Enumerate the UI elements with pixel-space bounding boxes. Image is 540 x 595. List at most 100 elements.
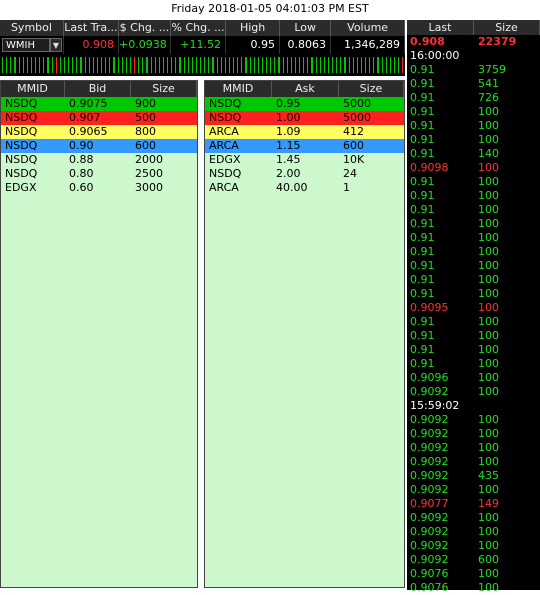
ts-price-cell: 0.9092 (410, 455, 449, 468)
ts-size-cell: 3759 (478, 63, 506, 76)
ts-size-cell: 100 (478, 567, 499, 580)
ask-row[interactable]: ARCA 1.15 600 (205, 139, 404, 153)
bid-price-cell: 0.90 (69, 139, 94, 152)
bid-size-cell: 3000 (135, 181, 163, 194)
ts-trade-row: 0.9076 100 (407, 581, 540, 595)
time-sales-rows[interactable]: 0.908 22379 16:00:00 0.91 3759 0.91 541 0.91 726… (407, 35, 540, 595)
tick-block (124, 56, 128, 74)
high-value: 0.95 (226, 36, 280, 54)
bid-col-size[interactable]: Size (131, 81, 197, 97)
ts-col-size[interactable]: Size (474, 20, 540, 35)
tick-block (17, 56, 21, 74)
tick-block (203, 56, 207, 74)
tick-block (289, 56, 293, 74)
volume-value: 1,346,289 (331, 36, 405, 54)
tick-block (322, 56, 326, 74)
tick-block (141, 56, 145, 74)
ts-price-cell: 0.91 (410, 189, 435, 202)
col-volume[interactable]: Volume (331, 20, 405, 36)
bid-row[interactable]: NSDQ 0.88 2000 (1, 153, 197, 167)
ask-row[interactable]: EDGX 1.45 10K (205, 153, 404, 167)
ts-size-cell: 100 (478, 357, 499, 370)
symbol-input[interactable]: WMIH (2, 38, 50, 52)
tick-block (219, 56, 223, 74)
tick-block (306, 56, 310, 74)
ask-rows: NSDQ 0.95 5000 NSDQ 1.00 5000 ARCA 1.09 412 ARCA 1… (205, 97, 404, 195)
ask-row[interactable]: NSDQ 2.00 24 (205, 167, 404, 181)
bid-row[interactable]: EDGX 0.60 3000 (1, 181, 197, 195)
tick-block (91, 56, 95, 74)
bid-price-cell: 0.60 (69, 181, 94, 194)
bid-row[interactable]: NSDQ 0.9065 800 (1, 125, 197, 139)
bid-col-price[interactable]: Bid (65, 81, 131, 97)
ask-row[interactable]: NSDQ 0.95 5000 (205, 97, 404, 111)
ts-price-cell: 0.91 (410, 105, 435, 118)
bid-rows: NSDQ 0.9075 900 NSDQ 0.907 500 NSDQ 0.9065 800 NS… (1, 97, 197, 195)
ts-trade-row: 0.91 100 (407, 133, 540, 147)
ts-price-cell: 0.91 (410, 203, 435, 216)
bid-row[interactable]: NSDQ 0.80 2500 (1, 167, 197, 181)
ask-book: MMID Ask Size NSDQ 0.95 5000 NSDQ 1.00 5000 AR… (204, 80, 405, 588)
bid-row[interactable]: NSDQ 0.9075 900 (1, 97, 197, 111)
ts-col-last[interactable]: Last (407, 20, 474, 35)
bid-mmid-cell: EDGX (5, 181, 37, 194)
tick-block (314, 56, 318, 74)
ask-col-mmid[interactable]: MMID (205, 81, 272, 97)
ts-size-cell: 100 (478, 539, 499, 552)
ask-price-cell: 1.00 (276, 111, 301, 124)
bid-col-mmid[interactable]: MMID (1, 81, 66, 97)
ask-col-price[interactable]: Ask (272, 81, 339, 97)
ts-size-cell: 100 (478, 161, 499, 174)
bid-price-cell: 0.907 (69, 111, 101, 124)
col-symbol[interactable]: Symbol (0, 20, 64, 36)
tick-block (42, 56, 46, 74)
time-and-sales: Last Size 0.908 22379 16:00:00 0.91 3759 0.91… (407, 20, 540, 594)
ts-size-cell: 22379 (478, 35, 517, 48)
tick-block (186, 56, 190, 74)
ts-size-cell: 435 (478, 469, 499, 482)
symbol-selector[interactable]: WMIH ▼ (0, 36, 64, 54)
ts-size-cell: 100 (478, 203, 499, 216)
col-percent-change[interactable]: % Chg. ... (171, 20, 227, 36)
col-dollar-change[interactable]: $ Chg. ... (119, 20, 172, 36)
tick-block (100, 56, 104, 74)
tick-block (133, 56, 137, 74)
tick-block (87, 56, 91, 74)
bid-book: MMID Bid Size NSDQ 0.9075 900 NSDQ 0.907 500 N… (0, 80, 198, 588)
bid-row[interactable]: NSDQ 0.907 500 (1, 111, 197, 125)
tick-block (145, 56, 149, 74)
ask-row[interactable]: NSDQ 1.00 5000 (205, 111, 404, 125)
ts-trade-row: 0.91 100 (407, 245, 540, 259)
ts-trade-row: 0.9092 100 (407, 427, 540, 441)
tick-block (95, 56, 99, 74)
col-low[interactable]: Low (280, 20, 332, 36)
bid-row[interactable]: NSDQ 0.90 600 (1, 139, 197, 153)
tick-block (157, 56, 161, 74)
ask-col-size[interactable]: Size (339, 81, 404, 97)
tick-block (174, 56, 178, 74)
tick-block (298, 56, 302, 74)
chevron-down-icon[interactable]: ▼ (50, 38, 62, 52)
tick-block (384, 56, 388, 74)
ask-mmid-cell: NSDQ (209, 97, 242, 110)
ask-row[interactable]: ARCA 1.09 412 (205, 125, 404, 139)
ask-mmid-cell: EDGX (209, 153, 241, 166)
ts-trade-row: 0.91 100 (407, 203, 540, 217)
ts-trade-row: 0.9092 600 (407, 553, 540, 567)
ts-price-cell: 0.91 (410, 175, 435, 188)
tick-block (397, 56, 401, 74)
ts-size-cell: 726 (478, 91, 499, 104)
tick-block (21, 56, 25, 74)
ts-price-cell: 0.91 (410, 329, 435, 342)
ts-size-cell: 100 (478, 189, 499, 202)
col-last-trade[interactable]: Last Tra... (64, 20, 119, 36)
ask-row[interactable]: ARCA 40.00 1 (205, 181, 404, 195)
tick-block (232, 56, 236, 74)
ts-size-cell: 541 (478, 77, 499, 90)
tick-block (368, 56, 372, 74)
tick-block (256, 56, 260, 74)
tick-block (236, 56, 240, 74)
col-high[interactable]: High (226, 20, 281, 36)
tick-block (240, 56, 244, 74)
ts-size-cell: 100 (478, 329, 499, 342)
